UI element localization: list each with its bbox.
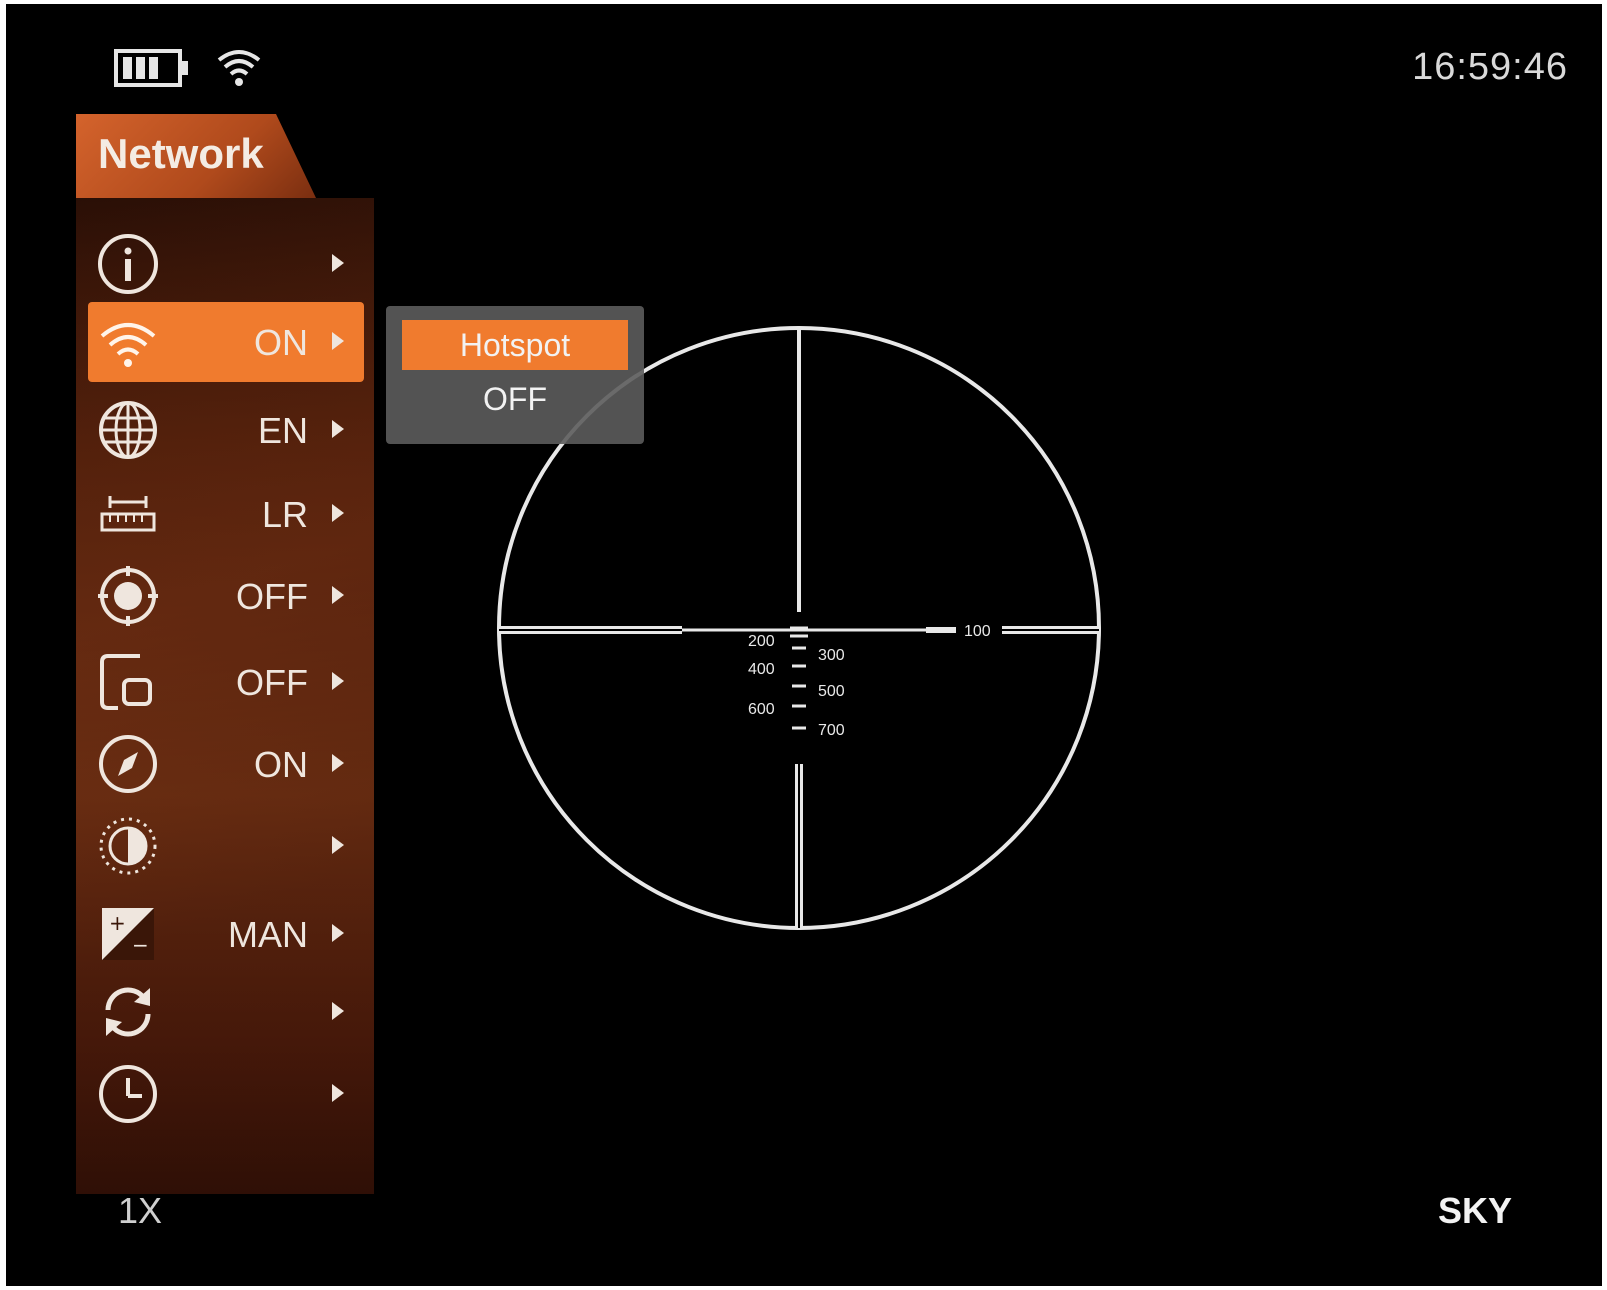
submenu-option-off[interactable]: OFF xyxy=(402,374,628,424)
submenu-option-hotspot[interactable]: Hotspot xyxy=(402,320,628,370)
viewfinder-screen: 16:59:46 Network ON EN LR OFF OFF ON + −… xyxy=(6,4,1602,1286)
reticle-label-600: 600 xyxy=(748,701,775,718)
reticle-label-300: 300 xyxy=(818,647,845,664)
reticle-label-100: 100 xyxy=(964,623,991,640)
reticle-label-400: 400 xyxy=(748,661,775,678)
reticle: 100 200 300 400 500 600 700 xyxy=(497,326,1101,930)
reticle-label-700: 700 xyxy=(818,722,845,739)
reticle-label-500: 500 xyxy=(818,683,845,700)
color-palette-mode: SKY xyxy=(1437,1190,1512,1231)
reticle-label-200: 200 xyxy=(748,633,775,650)
wifi-submenu: Hotspot OFF xyxy=(386,306,644,444)
zoom-level: 1X xyxy=(118,1190,163,1231)
